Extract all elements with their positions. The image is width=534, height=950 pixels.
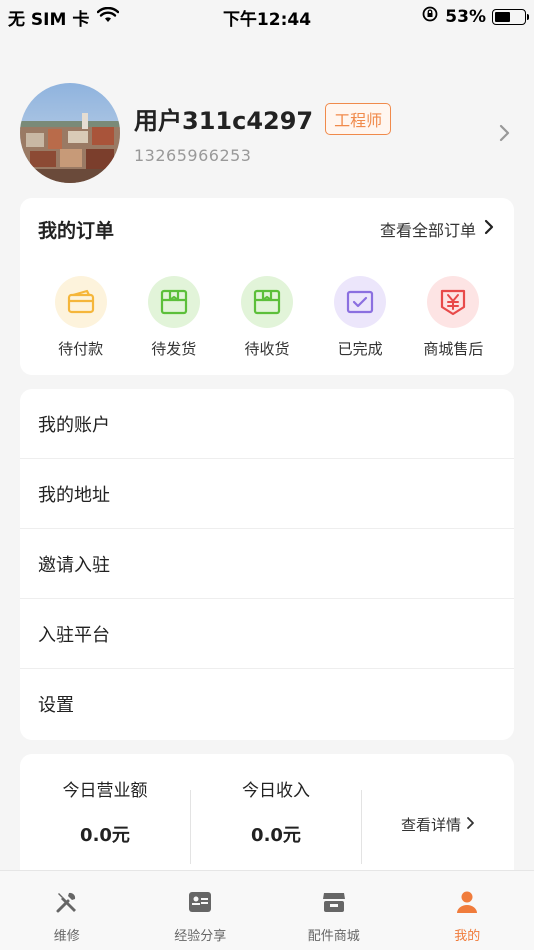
- today-income: 今日收入 0.0元: [191, 776, 361, 847]
- box-icon: [240, 276, 293, 328]
- view-details-label: 查看详情: [400, 816, 461, 834]
- tools-icon: [54, 889, 80, 919]
- order-status-label: 已完成: [337, 340, 383, 358]
- stats-card: 今日营业额 0.0元 今日收入 0.0元 查看详情: [20, 754, 514, 884]
- phone-number: 13265966253: [134, 146, 252, 165]
- battery-level: [495, 11, 510, 22]
- tab-parts-store[interactable]: 配件商城: [267, 871, 401, 950]
- tab-label: 我的: [454, 929, 481, 944]
- tab-experience[interactable]: 经验分享: [134, 871, 268, 950]
- battery-percent: 53%: [445, 6, 486, 27]
- order-status-label: 待付款: [58, 340, 104, 358]
- order-status-pending-payment[interactable]: 待付款: [41, 276, 121, 359]
- chevron-right-icon[interactable]: [494, 123, 514, 143]
- order-status-pending-shipment[interactable]: 待发货: [134, 276, 214, 359]
- order-status-after-sales[interactable]: 商城售后: [413, 276, 493, 359]
- tab-label: 经验分享: [174, 929, 227, 944]
- chevron-right-icon: [482, 218, 496, 240]
- tab-repair[interactable]: 维修: [0, 871, 134, 950]
- chevron-right-icon: [465, 816, 475, 834]
- box-icon: [147, 276, 200, 328]
- view-all-orders-label: 查看全部订单: [379, 221, 476, 240]
- role-badge: 工程师: [325, 102, 392, 135]
- card-icon: [187, 889, 213, 919]
- order-status-label: 待收货: [244, 340, 290, 358]
- menu-card: 我的账户 我的地址 邀请入驻 入驻平台 设置: [20, 389, 514, 740]
- order-status-completed[interactable]: 已完成: [320, 276, 400, 359]
- avatar[interactable]: [20, 83, 120, 183]
- tab-mine[interactable]: 我的: [401, 871, 534, 950]
- person-icon: [454, 889, 480, 919]
- menu-item-invite[interactable]: 邀请入驻: [20, 529, 514, 599]
- tab-label: 维修: [53, 929, 80, 944]
- today-income-value: 0.0元: [251, 825, 301, 846]
- wallet-icon: [54, 276, 107, 328]
- order-status-label: 待发货: [151, 340, 197, 358]
- menu-item-my-address[interactable]: 我的地址: [20, 459, 514, 529]
- check-icon: [334, 276, 387, 328]
- store-icon: [321, 889, 347, 919]
- order-status-label: 商城售后: [423, 340, 484, 358]
- profile-screen: 无 SIM 卡 下午12:44 53% 用户311c4297 工程师 13265…: [0, 0, 534, 950]
- orders-title: 我的订单: [38, 219, 115, 242]
- orders-card: 我的订单 查看全部订单 待付款 待发货 待收货 已完成 商城售后: [20, 198, 514, 375]
- battery-icon: [492, 8, 529, 25]
- menu-item-my-account[interactable]: 我的账户: [20, 389, 514, 459]
- today-sales-value: 0.0元: [80, 825, 130, 846]
- tab-bar: 维修 经验分享 配件商城 我的: [0, 870, 534, 950]
- profile-header[interactable]: 用户311c4297 工程师 13265966253: [20, 83, 514, 183]
- status-bar: 无 SIM 卡 下午12:44 53%: [0, 0, 534, 30]
- order-status-pending-receipt[interactable]: 待收货: [227, 276, 307, 359]
- menu-item-settings[interactable]: 设置: [20, 669, 514, 739]
- tab-label: 配件商城: [307, 929, 360, 944]
- today-sales: 今日营业额 0.0元: [20, 776, 190, 847]
- orientation-lock-icon: [421, 5, 439, 28]
- today-sales-label: 今日营业额: [62, 781, 148, 801]
- yen-icon: [427, 276, 480, 328]
- view-all-orders-link[interactable]: 查看全部订单: [380, 217, 496, 241]
- menu-item-join-platform[interactable]: 入驻平台: [20, 599, 514, 669]
- today-income-label: 今日收入: [242, 781, 310, 801]
- view-details-link[interactable]: 查看详情: [362, 814, 514, 835]
- username: 用户311c4297: [134, 107, 314, 135]
